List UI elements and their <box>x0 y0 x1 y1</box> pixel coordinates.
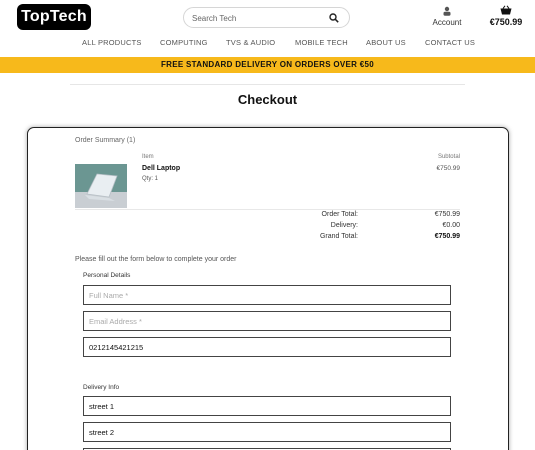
product-image <box>75 164 127 208</box>
delivery-value: €0.00 <box>442 222 460 229</box>
street1-field[interactable] <box>83 396 451 416</box>
delivery-info-label: Delivery Info <box>83 384 120 391</box>
order-summary-title: Order Summary (1) <box>75 137 136 144</box>
form-intro: Please fill out the form below to comple… <box>75 256 237 263</box>
phone-input[interactable] <box>89 341 444 353</box>
product-name: Dell Laptop <box>142 165 181 172</box>
grand-total-value: €750.99 <box>434 233 460 240</box>
nav-tvs-audio[interactable]: TVS & AUDIO <box>226 38 275 47</box>
summary-separator <box>75 209 460 210</box>
search-input[interactable] <box>192 10 327 26</box>
delivery-label: Delivery: <box>330 222 358 229</box>
full-name-input[interactable] <box>89 289 444 301</box>
column-header-item: Item <box>142 154 154 160</box>
street2-field[interactable] <box>83 422 451 442</box>
order-total-label: Order Total: <box>321 211 358 218</box>
nav-all-products[interactable]: ALL PRODUCTS <box>82 38 142 47</box>
phone-field[interactable] <box>83 337 451 357</box>
email-input[interactable] <box>89 315 444 327</box>
basket-link[interactable]: €750.99 <box>484 5 528 31</box>
page-title: Checkout <box>237 92 298 107</box>
email-field[interactable] <box>83 311 451 331</box>
nav-computing[interactable]: COMPUTING <box>160 38 208 47</box>
column-header-subtotal: Subtotal <box>437 154 460 160</box>
main-nav: ALL PRODUCTS COMPUTING TVS & AUDIO MOBIL… <box>0 38 535 52</box>
checkout-card: Order Summary (1) Item Subtotal Dell Lap… <box>27 127 509 450</box>
delivery-banner: FREE STANDARD DELIVERY ON ORDERS OVER €5… <box>0 57 535 73</box>
street2-input[interactable] <box>89 426 444 438</box>
logo[interactable]: TopTech <box>17 4 91 30</box>
account-link[interactable]: Account <box>425 6 469 30</box>
product-quantity: Qty: 1 <box>142 176 159 182</box>
product-subtotal: €750.99 <box>436 165 461 172</box>
search-icon[interactable] <box>329 13 339 23</box>
order-total-value: €750.99 <box>434 211 460 218</box>
site-header: TopTech Account €750.99 <box>0 0 535 36</box>
account-label: Account <box>432 18 462 27</box>
grand-total-label: Grand Total: <box>319 233 358 240</box>
personal-details-label: Personal Details <box>83 272 131 279</box>
full-name-field[interactable] <box>83 285 451 305</box>
nav-mobile-tech[interactable]: MOBILE TECH <box>295 38 348 47</box>
user-icon <box>443 6 451 16</box>
nav-about-us[interactable]: ABOUT US <box>366 38 406 47</box>
basket-icon <box>500 5 512 15</box>
basket-total: €750.99 <box>489 17 523 27</box>
street1-input[interactable] <box>89 400 444 412</box>
search-box[interactable] <box>183 7 350 28</box>
divider <box>70 84 465 85</box>
nav-contact-us[interactable]: CONTACT US <box>425 38 475 47</box>
